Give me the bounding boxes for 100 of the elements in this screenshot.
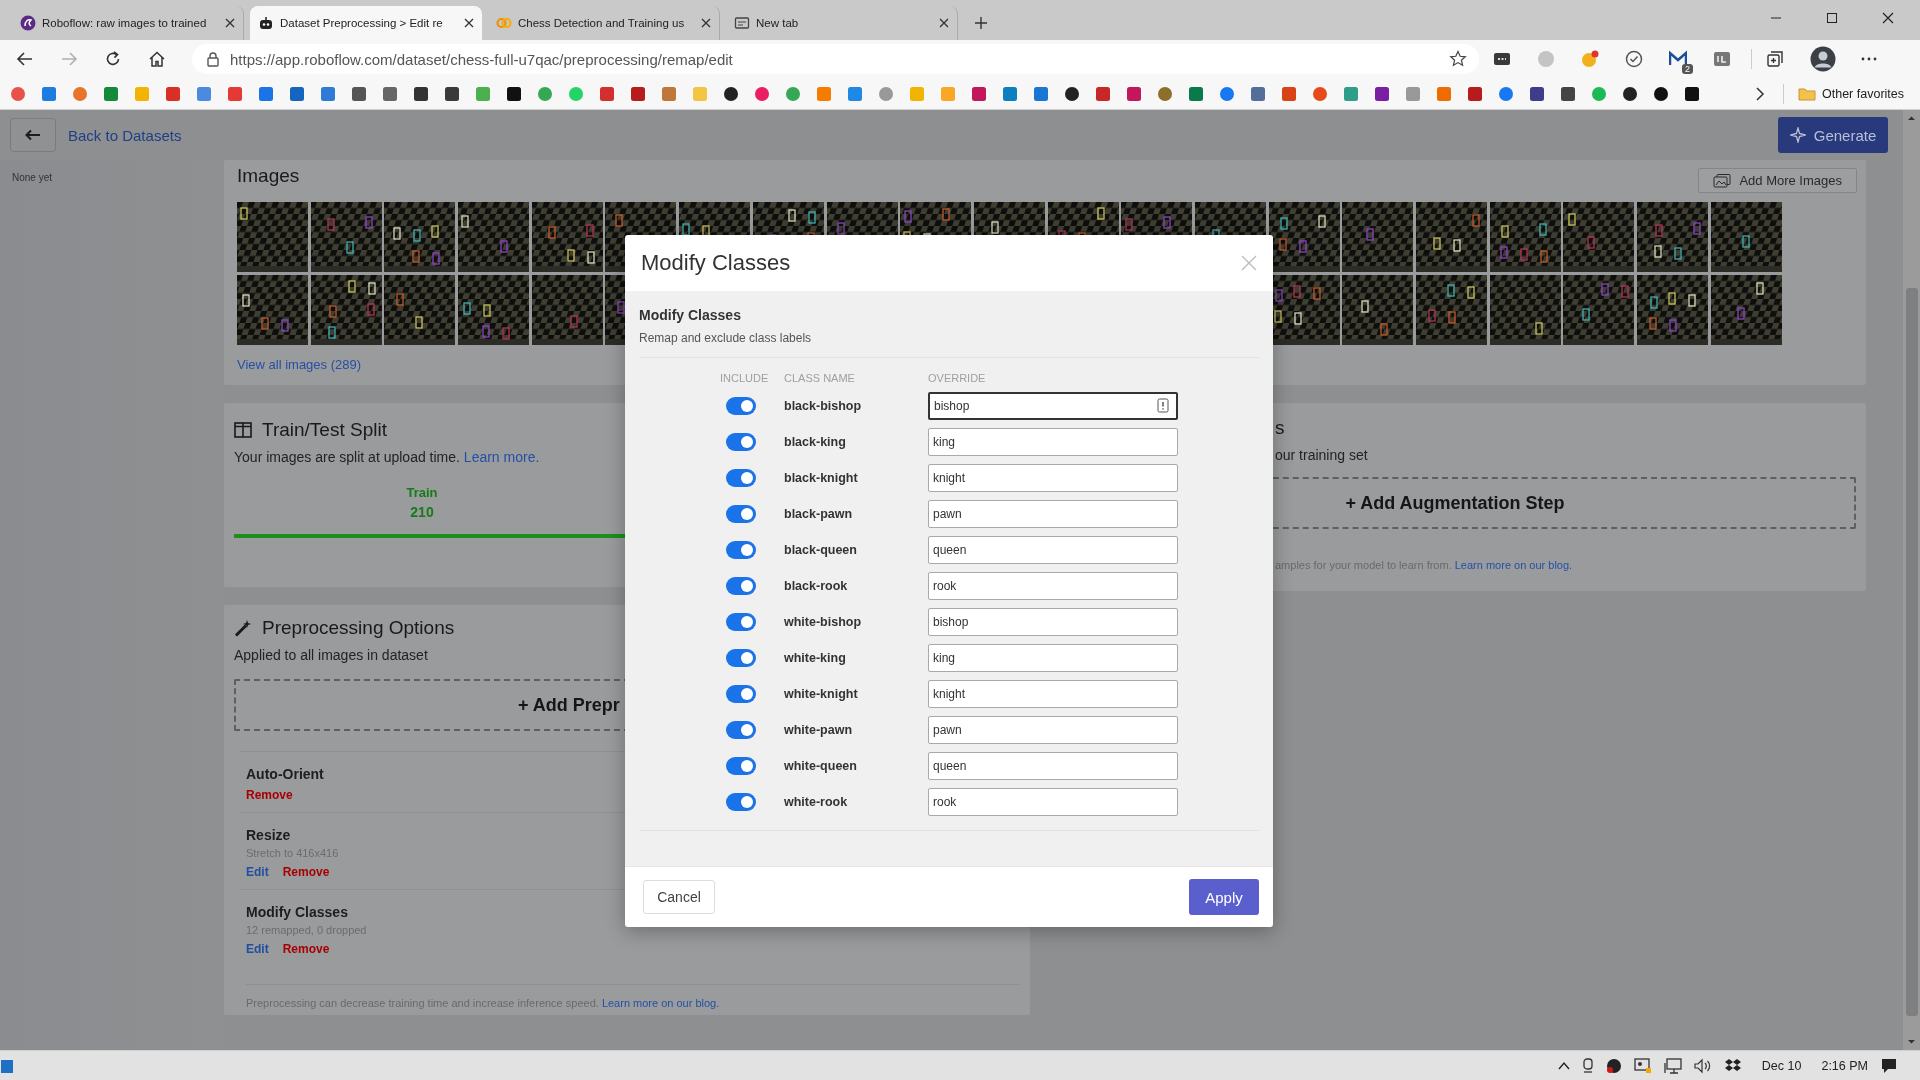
- bookmark-icon[interactable]: [1622, 85, 1638, 102]
- class-name: white-bishop: [784, 614, 863, 631]
- sparkle-icon: [1789, 127, 1806, 143]
- address-bar[interactable]: https://app.roboflow.com/dataset/chess-full-u7qac/preprocessing/remap/edit: [192, 44, 1479, 74]
- override-field[interactable]: pawn: [928, 716, 1178, 744]
- override-field[interactable]: bishop: [928, 608, 1178, 636]
- bookmark-icon[interactable]: [1653, 85, 1669, 102]
- bookmark-icon[interactable]: [1529, 85, 1545, 102]
- column-header: CLASS NAME: [784, 372, 856, 384]
- step-name: Auto-Orient: [246, 766, 324, 782]
- class-name: black-king: [784, 434, 847, 451]
- close-icon[interactable]: [225, 18, 235, 28]
- bookmark-icon[interactable]: [351, 85, 367, 102]
- bookmark-icon[interactable]: [1467, 85, 1483, 102]
- include-toggle[interactable]: [726, 793, 756, 811]
- override-field[interactable]: pawn: [928, 500, 1178, 528]
- close-icon[interactable]: [464, 18, 474, 28]
- page-icon: [734, 15, 750, 31]
- include-toggle[interactable]: [726, 433, 756, 451]
- include-toggle[interactable]: [726, 613, 756, 631]
- magic-wand-icon: [234, 619, 252, 637]
- collections-icon[interactable]: [1766, 50, 1784, 68]
- other-favorites-button[interactable]: Other favorites: [1798, 86, 1904, 101]
- chevron-right-icon[interactable]: [1755, 86, 1765, 101]
- include-toggle[interactable]: [726, 577, 756, 595]
- override-field[interactable]: rook: [928, 788, 1178, 816]
- new-tab-icon[interactable]: [974, 16, 988, 30]
- apply-button[interactable]: Apply: [1189, 879, 1259, 915]
- class-name: white-queen: [784, 758, 858, 775]
- section-title: Train/Test Split: [262, 419, 387, 441]
- override-field[interactable]: king: [928, 428, 1178, 456]
- class-name: black-bishop: [784, 398, 863, 415]
- circle-logo-icon: [20, 15, 36, 31]
- bookmark-icon[interactable]: [444, 85, 460, 102]
- webcam-icon[interactable]: [1581, 1057, 1594, 1074]
- include-toggle[interactable]: [726, 469, 756, 487]
- modal-title: Modify Classes: [641, 250, 791, 276]
- back-button[interactable]: [10, 118, 56, 152]
- section-subtitle: Remap and exclude class labels: [639, 331, 813, 345]
- boxes-icon[interactable]: [1723, 1057, 1742, 1074]
- include-toggle[interactable]: [726, 397, 756, 415]
- bookmark-icon[interactable]: [630, 85, 646, 102]
- close-icon[interactable]: [939, 18, 949, 28]
- star-icon[interactable]: [1449, 50, 1467, 68]
- override-field[interactable]: rook: [928, 572, 1178, 600]
- override-field[interactable]: knight: [928, 680, 1178, 708]
- card-title: Images: [237, 164, 300, 187]
- include-toggle[interactable]: [726, 649, 756, 667]
- back-arrow-icon[interactable]: [16, 50, 34, 68]
- images-icon: [1713, 173, 1732, 188]
- class-name: white-king: [784, 650, 847, 667]
- step-name: Resize: [246, 827, 291, 843]
- split-description: Your images are split at upload time. Learn more.: [234, 449, 540, 465]
- bookmark-icon[interactable]: [723, 85, 739, 102]
- notification-icon[interactable]: [1880, 1056, 1898, 1075]
- add-more-images-button[interactable]: Add More Images: [1698, 168, 1857, 193]
- bookmark-icon[interactable]: [1684, 85, 1700, 102]
- extension-icon[interactable]: [1669, 50, 1687, 68]
- override-field[interactable]: knight: [928, 464, 1178, 492]
- class-name: white-rook: [784, 794, 849, 811]
- override-field[interactable]: queen: [928, 536, 1178, 564]
- column-header: INCLUDE: [720, 372, 770, 384]
- generate-button[interactable]: Generate: [1778, 117, 1888, 153]
- close-icon[interactable]: [701, 18, 711, 28]
- close-icon[interactable]: [1882, 12, 1894, 24]
- maximize-icon[interactable]: [1826, 12, 1838, 24]
- override-field[interactable]: king: [928, 644, 1178, 672]
- include-toggle[interactable]: [726, 541, 756, 559]
- section-title: Modify Classes: [639, 307, 742, 323]
- section-subtitle: our training set: [1275, 447, 1368, 463]
- section-title: Preprocessing Options: [262, 617, 455, 639]
- bookmark-icon[interactable]: [413, 85, 429, 102]
- folder-icon: [1798, 86, 1816, 101]
- include-toggle[interactable]: [726, 505, 756, 523]
- bookmark-icon[interactable]: [1374, 85, 1390, 102]
- column-header: OVERRIDE: [928, 372, 987, 384]
- scrollbar-thumb[interactable]: [1905, 288, 1918, 1016]
- section-subtitle: Applied to all images in dataset: [234, 647, 428, 663]
- section-title: s: [1275, 417, 1285, 439]
- browser-tab[interactable]: Dataset Preprocessing > Edit re: [250, 6, 482, 40]
- override-field[interactable]: queen: [928, 752, 1178, 780]
- home-icon[interactable]: [148, 50, 166, 68]
- network-icon[interactable]: [1663, 1057, 1682, 1074]
- cancel-button[interactable]: Cancel: [643, 880, 715, 914]
- bookmark-icon[interactable]: [1560, 85, 1576, 102]
- start-icon[interactable]: [0, 1057, 14, 1074]
- check-circle-icon[interactable]: [1625, 50, 1643, 68]
- include-toggle[interactable]: [726, 685, 756, 703]
- include-toggle[interactable]: [726, 721, 756, 739]
- extension-icon[interactable]: [1493, 50, 1511, 68]
- bookmark-icon[interactable]: [1064, 85, 1080, 102]
- caret-up-icon[interactable]: [1557, 1060, 1570, 1071]
- bookmark-icon[interactable]: [506, 85, 522, 102]
- override-field[interactable]: bishop: [928, 392, 1178, 420]
- train-count: 210: [409, 504, 435, 520]
- monitor-icon[interactable]: [1633, 1057, 1652, 1074]
- speaker-icon[interactable]: [1693, 1057, 1712, 1074]
- include-toggle[interactable]: [726, 757, 756, 775]
- reload-icon[interactable]: [104, 50, 122, 68]
- profile-avatar[interactable]: [1810, 46, 1836, 72]
